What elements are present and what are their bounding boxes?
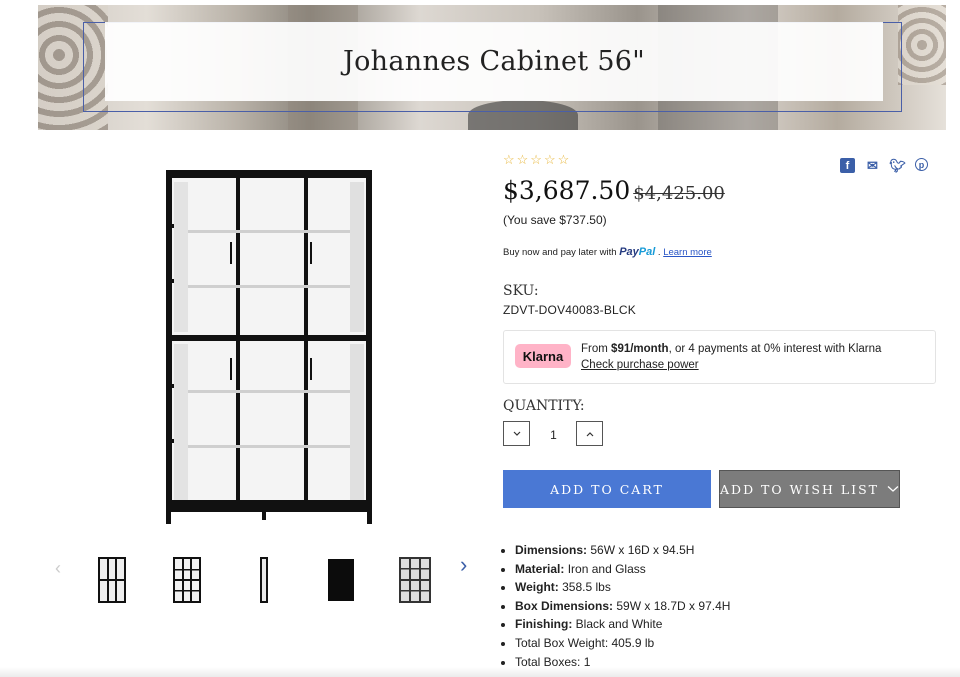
chevron-up-icon [586,431,593,436]
share-icons: f ✉ 🐦︎ p [840,158,928,173]
paypal-learn-more-link[interactable]: Learn more [663,247,712,258]
price-old: $4,425.00 [633,183,725,204]
klarna-check-link[interactable]: Check purchase power [581,359,699,371]
quantity-increment-button[interactable] [576,421,603,446]
thumbnail-4[interactable] [327,555,355,607]
paypal-message: Buy now and pay later with PayPal . Lear… [503,246,712,258]
add-to-cart-button[interactable]: ADD TO CART [503,470,711,508]
chevron-down-icon [513,431,520,436]
you-save: (You save $737.50) [503,213,607,227]
thumbnail-1[interactable] [97,555,127,607]
facebook-icon[interactable]: f [840,158,855,173]
hero-title-panel: Johannes Cabinet 56" [105,22,883,101]
thumbnail-2[interactable] [172,555,202,607]
rating-stars[interactable]: ☆☆☆☆☆ [503,152,571,168]
sku-value: ZDVT-DOV40083-BLCK [503,303,636,317]
chevron-down-icon [887,486,899,492]
quantity-decrement-button[interactable] [503,421,530,446]
twitter-icon[interactable]: 🐦︎ [889,158,906,173]
klarna-box: Klarna From $91/month, or 4 payments at … [503,330,936,384]
list-item: Finishing: Black and White [515,615,730,634]
list-item: Box Dimensions: 59W x 18.7D x 97.4H [515,597,730,616]
price-current: $3,687.50 [503,176,631,205]
thumb-prev-icon[interactable]: ‹ [55,558,61,579]
thumbnail-5[interactable] [398,555,432,607]
list-item: Material: Iron and Glass [515,560,730,579]
hero-banner: Johannes Cabinet 56" [38,5,946,130]
list-item: Weight: 358.5 lbs [515,578,730,597]
quantity-label: QUANTITY: [503,398,585,414]
quantity-input[interactable]: 1 [540,428,567,442]
list-item: Dimensions: 56W x 16D x 94.5H [515,541,730,560]
thumb-next-icon[interactable]: › [460,552,467,578]
pinterest-icon[interactable]: p [915,158,928,171]
email-icon[interactable]: ✉ [865,158,880,173]
spec-list: Dimensions: 56W x 16D x 94.5H Material: … [500,541,730,671]
thumbnail-3[interactable] [258,555,270,607]
sku-label: SKU: [503,283,539,299]
klarna-logo: Klarna [515,344,571,368]
price-block: $3,687.50 $4,425.00 [503,176,725,205]
product-main-image[interactable] [150,160,388,532]
list-item: Total Box Weight: 405.9 lb [515,634,730,653]
add-to-wish-list-button[interactable]: ADD TO WISH LIST [719,470,900,508]
page-title: Johannes Cabinet 56" [342,46,645,77]
klarna-message: From $91/month, or 4 payments at 0% inte… [581,343,882,355]
paypal-logo: Pay [619,246,639,258]
